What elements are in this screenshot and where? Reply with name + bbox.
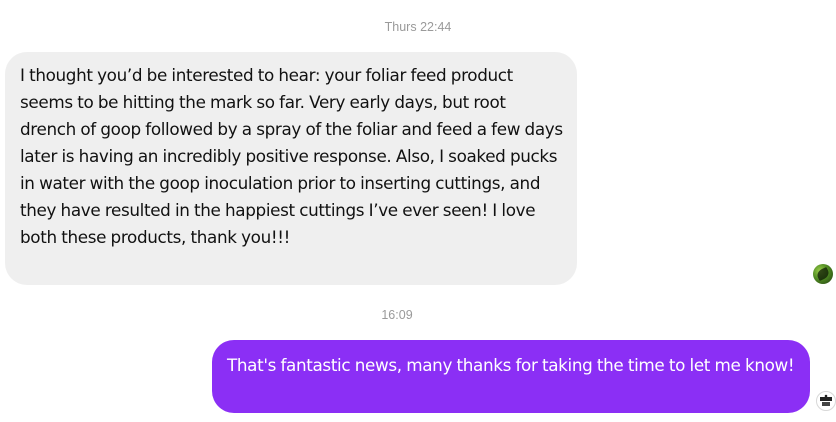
brand-logo-icon [820, 394, 832, 406]
message-timestamp: Thurs 22:44 [384, 20, 452, 34]
brand-logo-avatar-icon[interactable] [816, 391, 836, 411]
leaf-shape [815, 266, 831, 282]
incoming-message-bubble[interactable]: I thought you’d be interested to hear: y… [5, 52, 577, 285]
leaf-avatar-icon[interactable] [813, 264, 833, 284]
outgoing-message-bubble[interactable]: That's fantastic news, many thanks for t… [212, 340, 810, 413]
message-timestamp: 16:09 [381, 308, 413, 322]
